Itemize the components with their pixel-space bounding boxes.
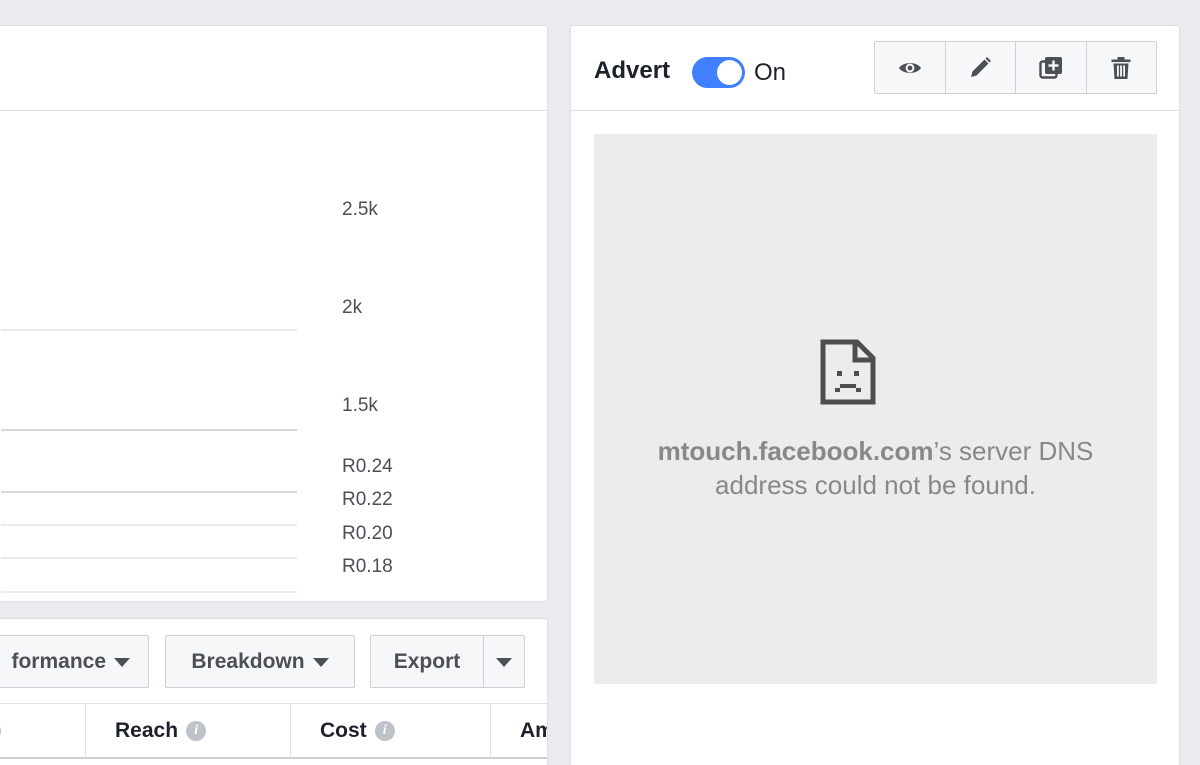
column-header-amount[interactable]: Am [491, 704, 547, 758]
advert-title: Advert [594, 57, 671, 84]
eye-icon [898, 62, 921, 73]
tick-label-r020: R0.20 [342, 523, 393, 544]
export-label: Export [393, 649, 461, 673]
toggle-state-label: On [754, 59, 787, 86]
export-options-button[interactable] [483, 635, 525, 688]
chevron-down-icon [114, 658, 130, 667]
table-header: i Reach i Cost i Am [0, 703, 547, 759]
delete-button[interactable] [1087, 42, 1157, 93]
pencil-icon [971, 56, 992, 77]
info-icon[interactable]: i [186, 721, 207, 741]
breakdown-dropdown-button[interactable]: Breakdown [165, 635, 355, 688]
tick-label-r022: R0.22 [342, 489, 393, 510]
dns-error-message: mtouch.facebook.com’s server DNS address… [594, 434, 1157, 502]
error-line-2: address could not be found. [715, 470, 1036, 500]
breakdown-label: Breakdown [191, 649, 305, 673]
advert-toggle-switch[interactable] [692, 57, 745, 88]
results-table-card: formance Breakdown Export i Reach i Cost… [0, 618, 548, 765]
column-header-reach[interactable]: Reach i [86, 704, 291, 758]
column-header-cost[interactable]: Cost i [291, 704, 491, 758]
tick-label-r024: R0.24 [342, 456, 393, 477]
info-icon[interactable]: i [0, 721, 1, 741]
sad-document-icon [820, 339, 876, 405]
chart-card-header [0, 26, 547, 111]
chevron-down-icon [312, 658, 329, 667]
chart-gridlines [1, 329, 297, 593]
column-header-partial[interactable]: i [0, 704, 86, 758]
error-line-1: mtouch.facebook.com’s server DNS [594, 434, 1157, 468]
tick-label-2k: 2k [342, 297, 363, 318]
info-icon[interactable]: i [374, 721, 395, 741]
preview-button[interactable] [875, 42, 946, 93]
duplicate-icon [1039, 56, 1062, 79]
column-header-label: Am [520, 719, 547, 742]
error-line-1-rest: ’s server DNS [933, 436, 1094, 466]
advert-header: Advert On [571, 26, 1179, 111]
tick-label-1.5k: 1.5k [342, 395, 378, 416]
column-header-label: Cost [320, 719, 367, 742]
performance-dropdown-button[interactable]: formance [0, 635, 149, 688]
column-header-label: Reach [115, 719, 179, 742]
trash-icon [1111, 56, 1131, 79]
chevron-down-icon [496, 658, 512, 667]
chart-card: 2.5k 2k 1.5k R0.24 R0.22 R0.20 R0.18 [0, 25, 548, 602]
edit-button[interactable] [946, 42, 1016, 93]
tick-label-r018: R0.18 [342, 556, 393, 577]
export-button[interactable]: Export [370, 635, 484, 688]
duplicate-button[interactable] [1016, 42, 1087, 93]
toggle-knob [717, 60, 742, 85]
tick-label-2.5k: 2.5k [342, 199, 378, 220]
advert-action-group [874, 41, 1157, 94]
ad-preview-frame: mtouch.facebook.com’s server DNS address… [594, 134, 1157, 684]
error-host: mtouch.facebook.com [657, 436, 934, 466]
performance-label: formance [11, 649, 106, 673]
advert-panel: Advert On mtouch.facebook.com’s server D… [570, 25, 1180, 765]
